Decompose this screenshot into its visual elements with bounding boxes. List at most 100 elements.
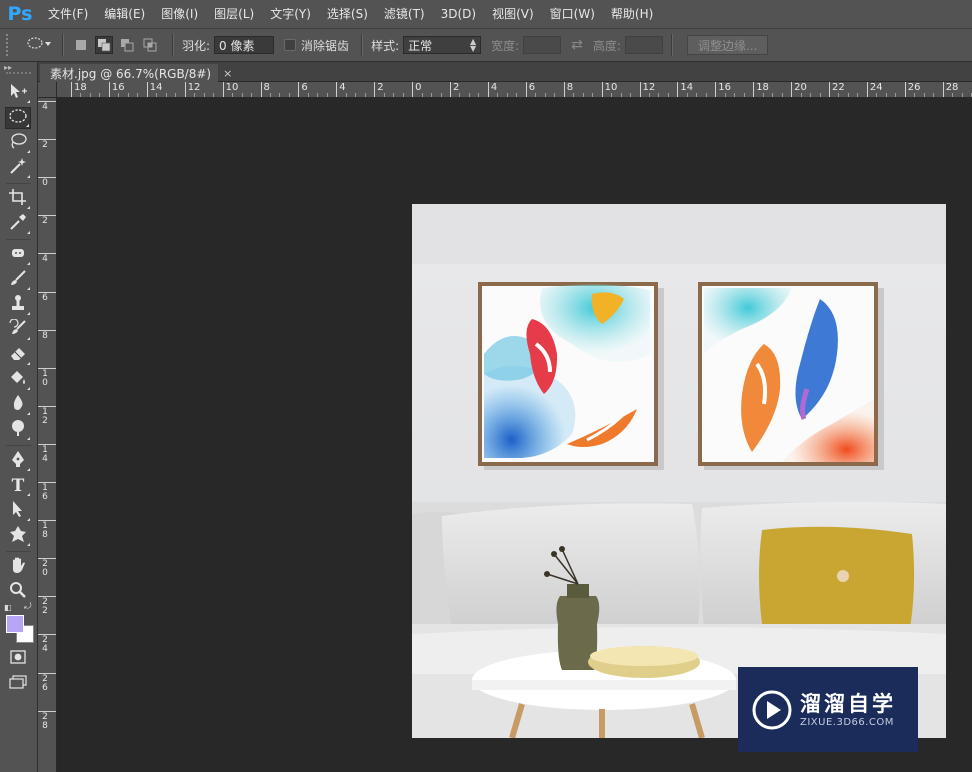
pen-icon xyxy=(8,450,28,472)
separator xyxy=(172,34,174,56)
ruler-v-label: 8 xyxy=(42,330,48,341)
quick-mask-button[interactable] xyxy=(5,647,31,669)
toolbox-divider xyxy=(6,183,31,184)
ruler-v-label: 4 xyxy=(42,102,48,112)
eraser-icon xyxy=(8,344,28,366)
elliptical-marquee-tool[interactable] xyxy=(5,107,31,129)
ruler-h-label: 12 xyxy=(642,82,656,93)
refine-edge-button[interactable]: 调整边缘... xyxy=(686,35,769,55)
height-label: 高度: xyxy=(592,38,621,53)
horizontal-ruler[interactable]: 18 16 14 12 10 8 6 4 2 0 2 4 6 8 10 12 14 16 18 20 22 24 26 28 xyxy=(57,82,972,98)
watermark-subtitle: ZIXUE.3D66.COM xyxy=(800,717,894,728)
menu-bar: Ps 文件(F) 编辑(E) 图像(I) 图层(L) 文字(Y) 选择(S) 滤… xyxy=(0,0,972,28)
blur-tool[interactable] xyxy=(5,394,31,416)
eraser-tool[interactable] xyxy=(5,344,31,366)
swap-width-height-icon: ⇄ xyxy=(571,37,583,53)
ruler-origin[interactable] xyxy=(38,82,57,98)
watermark-badge: 溜溜自学 ZIXUE.3D66.COM xyxy=(738,667,918,752)
dodge-tool[interactable] xyxy=(5,419,31,441)
eyedropper-icon xyxy=(8,213,28,235)
hand-tool[interactable] xyxy=(5,556,31,578)
menu-window[interactable]: 窗口(W) xyxy=(542,0,603,28)
screen-mode-icon xyxy=(9,674,27,693)
ruler-h-label: 8 xyxy=(566,82,574,93)
crop-icon xyxy=(8,188,28,210)
path-selection-tool[interactable] xyxy=(5,500,31,522)
menu-edit[interactable]: 编辑(E) xyxy=(96,0,153,28)
feather-input[interactable] xyxy=(214,36,275,54)
type-tool[interactable]: T xyxy=(5,475,31,497)
foreground-color[interactable] xyxy=(6,615,24,633)
history-brush-tool[interactable] xyxy=(5,318,31,341)
type-icon: T xyxy=(11,476,25,496)
magic-wand-icon xyxy=(8,157,28,179)
ruler-v-label: 4 xyxy=(42,254,48,265)
custom-shape-tool[interactable] xyxy=(5,525,31,547)
new-selection-button[interactable] xyxy=(72,36,90,54)
subtract-from-selection-button[interactable] xyxy=(118,36,136,54)
width-label: 宽度: xyxy=(491,38,520,53)
antialias-label: 消除锯齿 xyxy=(301,38,350,53)
ruler-v-label: 22 xyxy=(42,597,48,617)
close-icon[interactable]: × xyxy=(223,67,232,80)
move-tool[interactable] xyxy=(5,82,31,104)
options-bar-grip[interactable] xyxy=(6,34,14,56)
ruler-v-label: 28 xyxy=(42,711,48,731)
menu-type[interactable]: 文字(Y) xyxy=(262,0,319,28)
paint-bucket-tool[interactable] xyxy=(5,369,31,391)
brush-icon xyxy=(8,269,28,291)
menu-help[interactable]: 帮助(H) xyxy=(603,0,661,28)
blur-icon xyxy=(8,394,28,416)
tool-preset-picker[interactable] xyxy=(24,34,54,56)
intersect-selection-button[interactable] xyxy=(141,36,159,54)
document-image[interactable] xyxy=(412,204,946,738)
history-brush-icon xyxy=(8,318,28,341)
ruler-h-label: 14 xyxy=(680,82,694,93)
menu-3d[interactable]: 3D(D) xyxy=(433,0,484,28)
ruler-v-label: 6 xyxy=(42,292,48,303)
separator xyxy=(361,34,364,56)
ruler-h-label: 8 xyxy=(263,82,270,93)
ruler-v-label: 10 xyxy=(42,368,48,388)
swap-colors-icon[interactable]: ⤾ xyxy=(24,602,32,612)
ruler-v-label: 16 xyxy=(42,483,48,502)
toolbox-divider xyxy=(6,445,31,446)
document-tab-bar: 素材.jpg @ 66.7%(RGB/8#) × xyxy=(38,62,972,82)
toolbox-grip[interactable] xyxy=(6,72,31,78)
menu-layer[interactable]: 图层(L) xyxy=(206,0,262,28)
separator xyxy=(670,34,673,56)
menu-filter[interactable]: 滤镜(T) xyxy=(376,0,433,28)
pen-tool[interactable] xyxy=(5,450,31,472)
ruler-h-label: 24 xyxy=(869,82,883,93)
ruler-h-label: 6 xyxy=(528,82,536,93)
zoom-tool[interactable] xyxy=(5,581,31,603)
menu-file[interactable]: 文件(F) xyxy=(40,0,96,28)
menu-select[interactable]: 选择(S) xyxy=(319,0,376,28)
default-colors-icon[interactable]: ◧ xyxy=(4,603,12,612)
ruler-v-label: 20 xyxy=(42,559,48,579)
document-tab[interactable]: 素材.jpg @ 66.7%(RGB/8#) × xyxy=(40,64,232,82)
menu-view[interactable]: 视图(V) xyxy=(484,0,542,28)
ruler-h-label: 10 xyxy=(604,82,618,93)
eyedropper-tool[interactable] xyxy=(5,213,31,235)
ruler-v-label: 2 xyxy=(42,140,48,151)
watermark-title: 溜溜自学 xyxy=(800,692,896,716)
brush-tool[interactable] xyxy=(5,269,31,291)
expand-panel-icon[interactable]: ▸▸ xyxy=(0,62,37,72)
healing-brush-tool[interactable] xyxy=(5,244,31,266)
ruler-h-label: 6 xyxy=(301,82,308,93)
clone-stamp-tool[interactable] xyxy=(5,294,31,316)
add-to-selection-button[interactable] xyxy=(95,36,113,54)
custom-shape-icon xyxy=(8,525,28,547)
lasso-tool[interactable] xyxy=(5,132,31,154)
dodge-icon xyxy=(8,419,28,441)
width-input xyxy=(523,36,562,54)
screen-mode-button[interactable] xyxy=(5,672,31,694)
antialias-checkbox[interactable] xyxy=(284,39,297,51)
style-select[interactable]: 正常 ▲ ▼ xyxy=(403,36,482,54)
crop-tool[interactable] xyxy=(5,188,31,210)
vertical-ruler[interactable]: 4 2 0 2 4 6 8 10 12 14 16 18 20 22 24 26 28 xyxy=(38,98,57,772)
menu-image[interactable]: 图像(I) xyxy=(153,0,206,28)
magic-wand-tool[interactable] xyxy=(5,157,31,179)
options-bar: 羽化: 消除锯齿 样式: 正常 ▲▼ 宽度: ⇄ 高度: 调整边缘... xyxy=(0,28,972,62)
